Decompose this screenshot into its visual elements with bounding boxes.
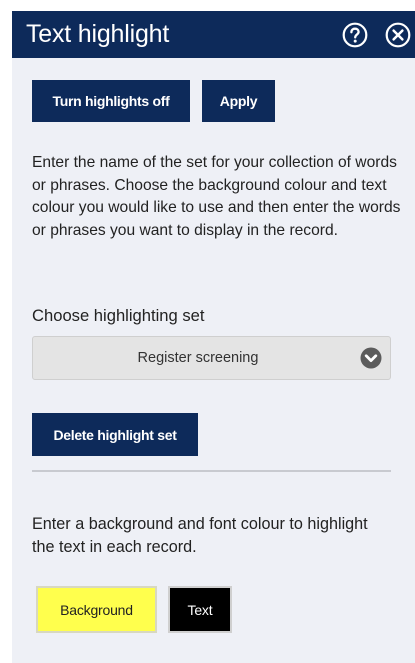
delete-highlight-set-button[interactable]: Delete highlight set [32,413,198,456]
panel-header: Text highlight [12,11,415,58]
highlighting-set-select[interactable]: Register screening [32,336,391,380]
colour-instructions: Enter a background and font colour to hi… [32,515,368,556]
panel-title: Text highlight [26,20,170,48]
section-divider [32,470,391,472]
set-description: Enter the name of the set for your colle… [32,154,401,239]
chevron-down-icon [360,347,382,369]
help-icon[interactable] [342,22,368,48]
background-colour-swatch[interactable]: Background [36,586,157,633]
text-colour-swatch[interactable]: Text [168,586,232,633]
highlighting-set-label: Choose highlighting set [32,306,205,325]
selected-set-value: Register screening [137,350,259,366]
text-highlight-panel: Text highlight Turn highlights off Apply… [12,11,415,663]
turn-highlights-off-button[interactable]: Turn highlights off [32,80,190,122]
apply-button[interactable]: Apply [202,80,275,122]
close-icon[interactable] [385,22,411,48]
